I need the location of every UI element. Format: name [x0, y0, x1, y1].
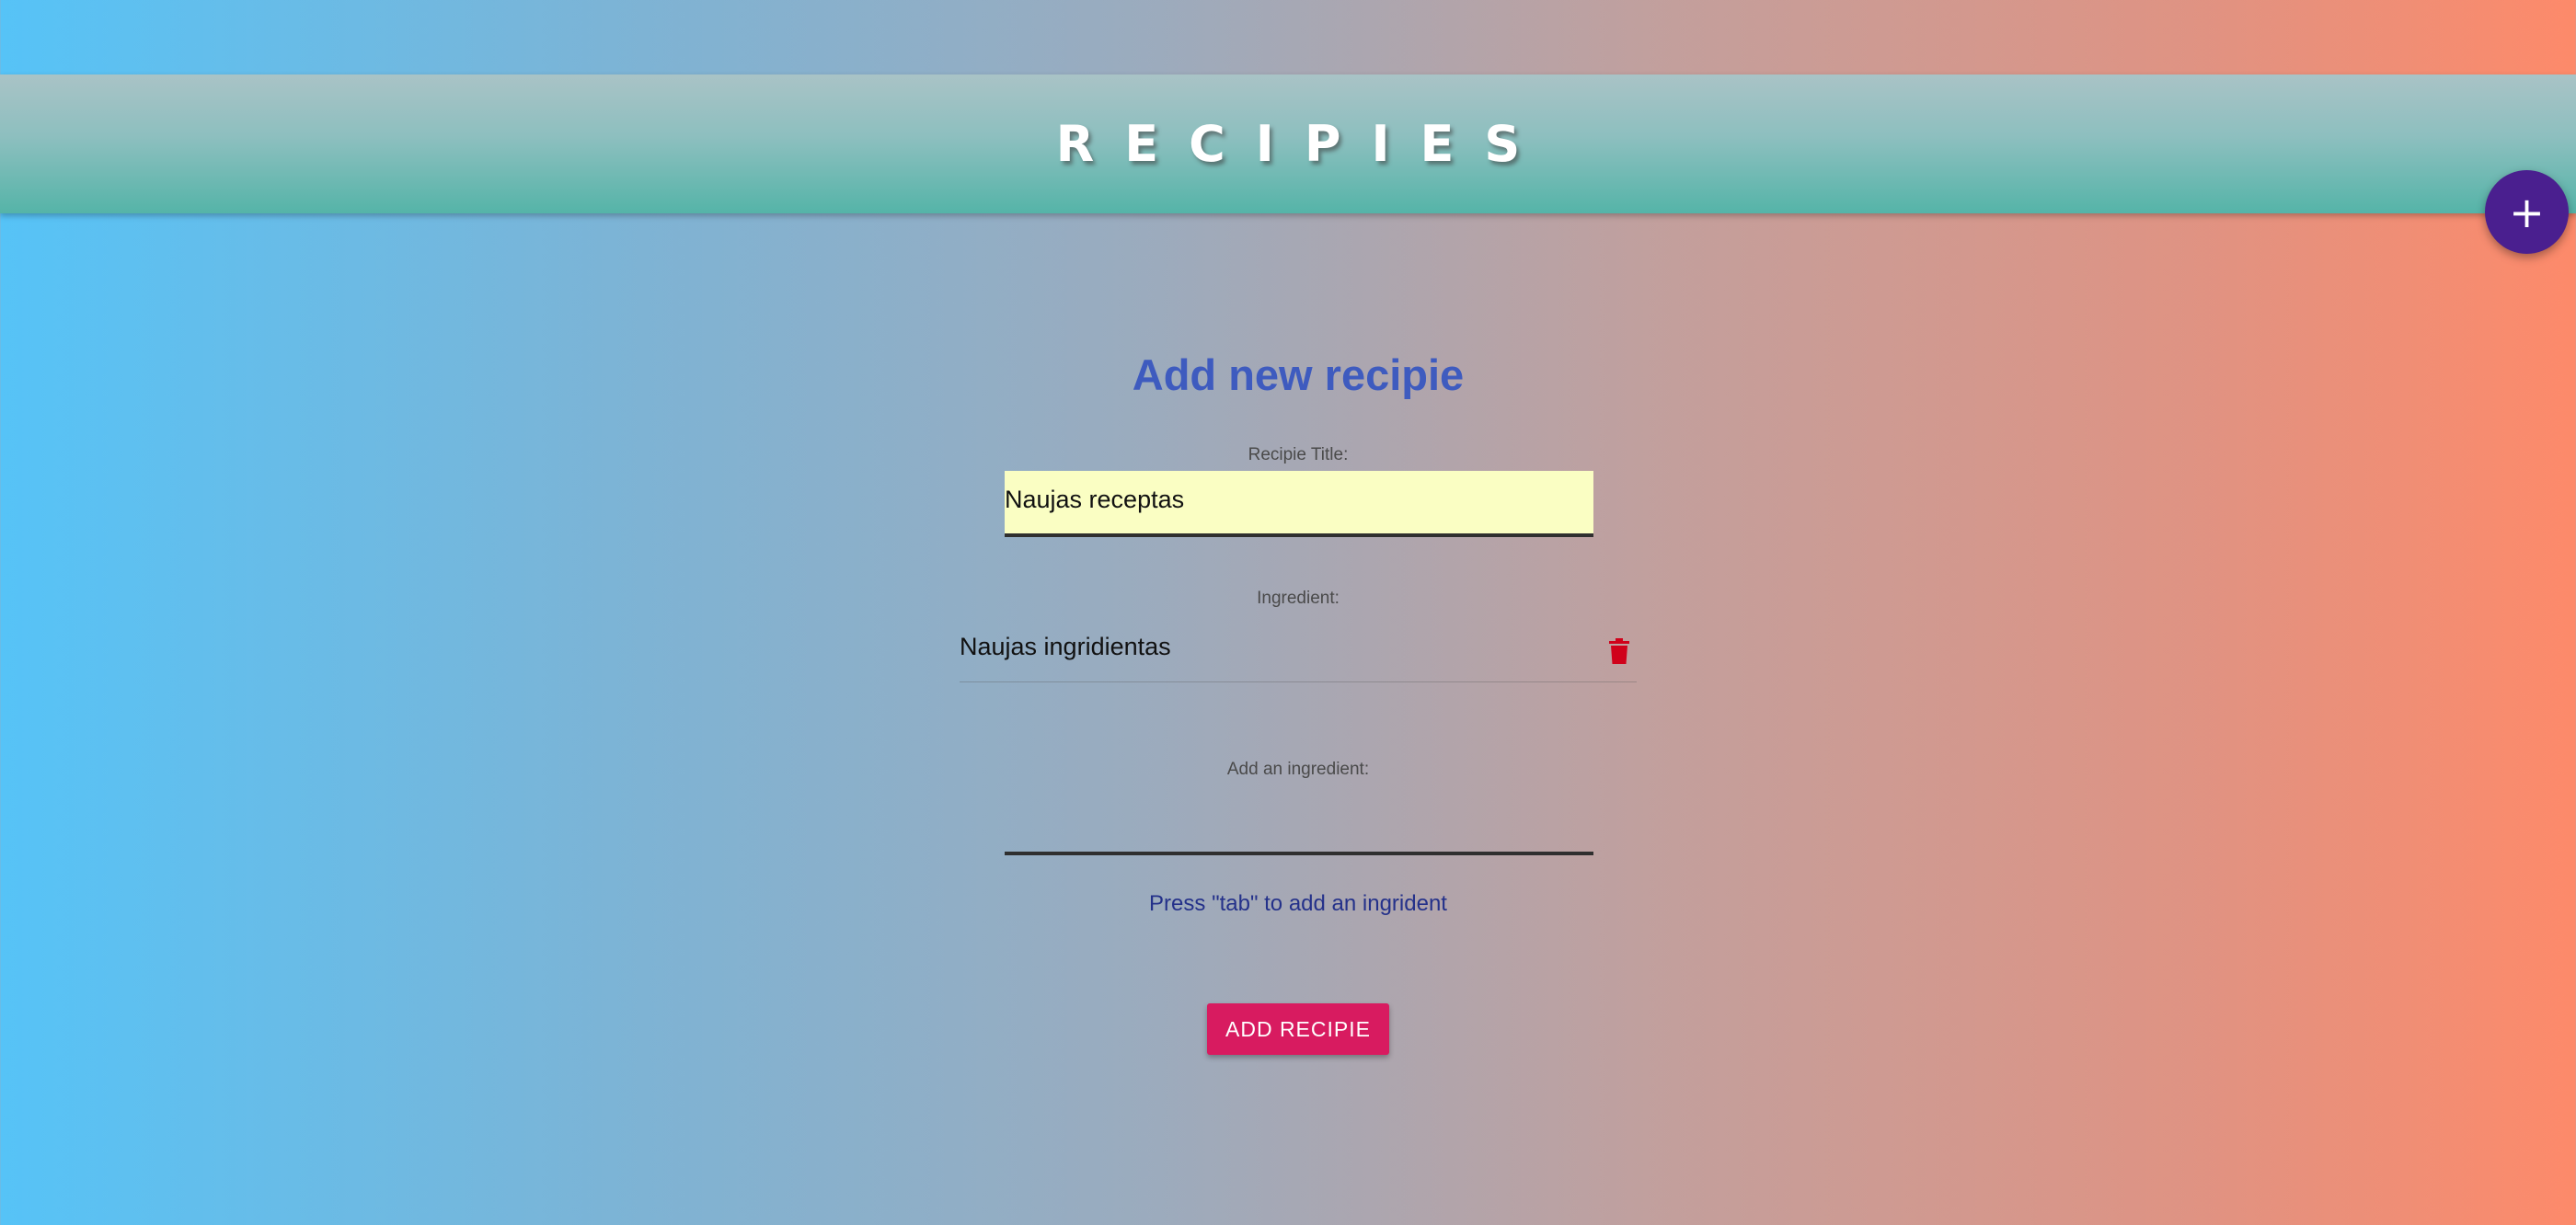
- add-ingredient-input[interactable]: [1005, 793, 1593, 855]
- trash-icon[interactable]: [1609, 638, 1629, 664]
- form-heading: Add new recipie: [1132, 350, 1465, 399]
- recipe-title-input[interactable]: [1005, 471, 1593, 537]
- add-recipe-fab[interactable]: +: [2485, 170, 2569, 254]
- add-ingredient-label: Add an ingredient:: [1226, 760, 1370, 779]
- ingredient-name: Naujas ingridientas: [960, 633, 1171, 660]
- ingredient-list-item: Naujas ingridientas: [960, 616, 1637, 682]
- add-recipe-button[interactable]: ADD RECIPIE: [1207, 1003, 1389, 1055]
- recipe-title-label: Recipie Title:: [1248, 445, 1349, 464]
- plus-icon: +: [2509, 187, 2545, 237]
- ingredient-label: Ingredient:: [1257, 589, 1340, 608]
- app-title: RECIPIES: [1055, 115, 1551, 173]
- tab-hint: Press "tab" to add an ingrident: [1149, 891, 1447, 916]
- app-header: RECIPIES: [0, 74, 2576, 213]
